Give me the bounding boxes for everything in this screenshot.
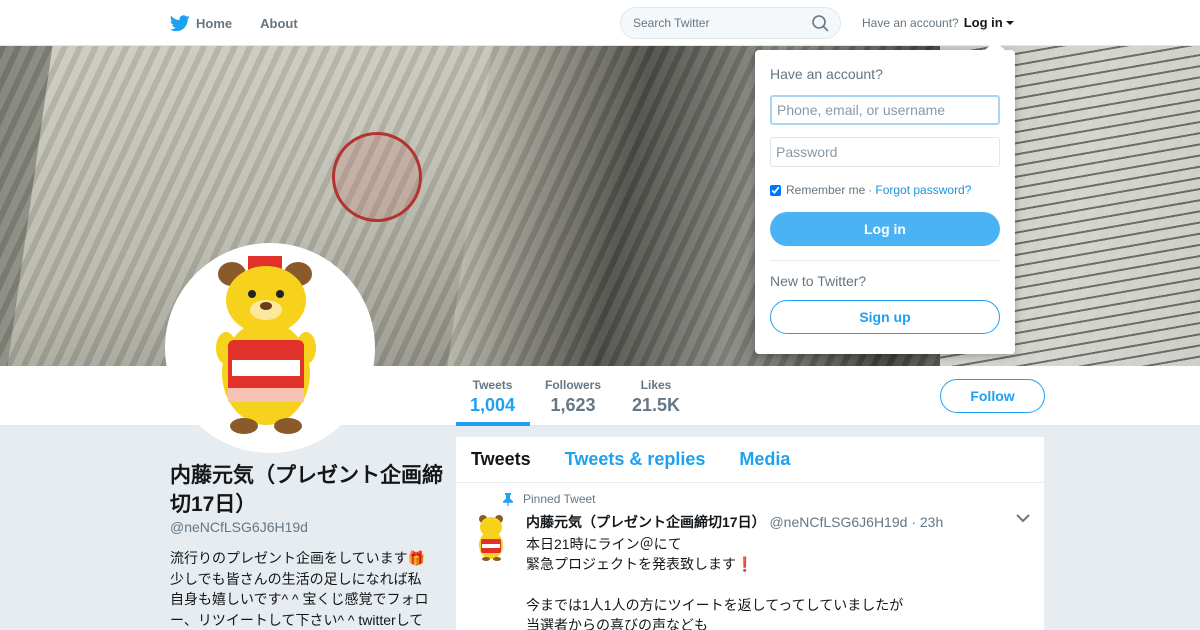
profile-bio: 流行りのプレゼント企画をしています🎁少しでも皆さんの生活の足しになれば私自身も嬉…	[170, 550, 429, 628]
remember-me-label[interactable]: Remember me	[786, 183, 865, 197]
login-dropdown-toggle[interactable]: Log in	[964, 15, 1014, 30]
search-icon[interactable]	[812, 15, 829, 32]
tweet-header: 内藤元気（プレゼント企画締切17日） @neNCfLSG6J6H19d · 23…	[526, 512, 1044, 532]
nav-about[interactable]: About	[260, 16, 298, 31]
profile-handle[interactable]: @neNCfLSG6J6H19d	[170, 519, 308, 535]
login-button[interactable]: Log in	[770, 212, 1000, 246]
password-field[interactable]	[770, 137, 1000, 167]
mascot-avatar-image	[170, 248, 370, 448]
login-dropdown: Have an account? Remember me · Forgot pa…	[755, 40, 1015, 354]
remember-me-checkbox[interactable]	[770, 184, 781, 196]
pinned-indicator: Pinned Tweet	[503, 492, 596, 506]
stat-tweets-label: Tweets	[472, 378, 513, 392]
signup-button[interactable]: Sign up	[770, 300, 1000, 334]
tweet-avatar[interactable]	[471, 513, 511, 561]
tab-media[interactable]: Media	[739, 449, 790, 470]
profile-avatar[interactable]	[165, 243, 375, 453]
tweet-separator: ·	[911, 514, 916, 530]
stat-likes-label: Likes	[640, 378, 672, 392]
nav-left: Home About	[170, 0, 326, 46]
caret-down-icon	[1005, 20, 1014, 25]
search-box	[620, 7, 841, 39]
forgot-password-link[interactable]: Forgot password?	[875, 183, 971, 197]
pinned-label: Pinned Tweet	[523, 492, 596, 506]
new-to-twitter-text: New to Twitter?	[770, 273, 867, 289]
follow-button[interactable]: Follow	[940, 379, 1045, 413]
stat-followers-label: Followers	[545, 378, 602, 392]
tweet-author-name[interactable]: 内藤元気（プレゼント企画締切17日）	[526, 514, 766, 530]
nav-home-label: Home	[196, 15, 233, 31]
timeline-tabs: Tweets Tweets & replies Media	[456, 437, 1044, 483]
pin-icon	[503, 492, 513, 506]
stat-likes-value: 21.5K	[632, 395, 681, 415]
tab-tweets[interactable]: Tweets	[471, 449, 531, 470]
tweet-text: 本日21時にライン＠にて 緊急プロジェクトを発表致します❗ 今までは1人1人の方…	[526, 536, 904, 630]
search-input[interactable]	[633, 16, 803, 30]
remember-row: Remember me · Forgot password?	[770, 183, 971, 197]
stat-likes[interactable]: Likes 21.5K	[632, 378, 680, 416]
account-prompt-text: Have an account?	[862, 15, 959, 30]
dropdown-divider	[770, 260, 1000, 261]
stat-tweets-value: 1,004	[470, 395, 516, 415]
stat-followers[interactable]: Followers 1,623	[545, 378, 601, 416]
nav-about-label: About	[260, 15, 298, 31]
nav-home[interactable]: Home	[170, 14, 233, 32]
remember-separator: ·	[868, 183, 873, 197]
tab-tweets-and-replies[interactable]: Tweets & replies	[565, 449, 706, 470]
username-field[interactable]	[770, 95, 1000, 125]
top-navigation-bar: Home About Have an account? Log in	[0, 0, 1200, 46]
active-stat-underline	[456, 422, 530, 426]
tweet-timestamp[interactable]: 23h	[920, 514, 943, 530]
stat-tweets[interactable]: Tweets 1,004	[470, 378, 515, 416]
login-toggle-label: Log in	[963, 15, 1003, 30]
tweet-author-handle[interactable]: @neNCfLSG6J6H19d	[769, 514, 907, 530]
banner-seal	[332, 132, 422, 222]
account-prompt: Have an account? Log in	[862, 15, 1014, 30]
twitter-bird-icon	[170, 14, 190, 31]
stat-followers-value: 1,623	[550, 395, 596, 415]
profile-name: 内藤元気（プレゼント企画締切17日）	[170, 464, 443, 516]
timeline: Tweets Tweets & replies Media Pinned Twe…	[456, 437, 1044, 630]
chevron-down-icon[interactable]	[1016, 514, 1030, 523]
login-dropdown-title: Have an account?	[770, 66, 883, 82]
pinned-tweet[interactable]: Pinned Tweet 内藤元気（プレゼント企画締切17日） @neNCfLS…	[456, 483, 1044, 630]
